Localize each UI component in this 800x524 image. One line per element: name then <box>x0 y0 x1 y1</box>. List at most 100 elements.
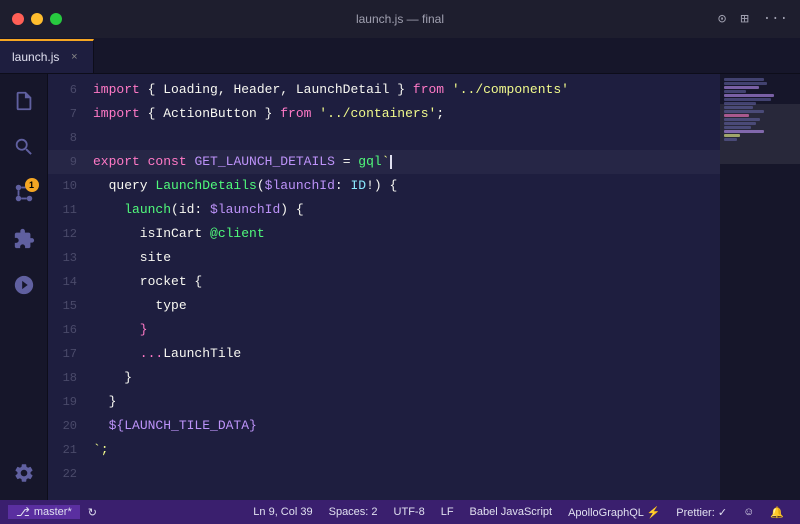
tab-launch-js[interactable]: launch.js × <box>0 39 94 73</box>
line-num-22: 22 <box>48 462 93 486</box>
cursor-position[interactable]: Ln 9, Col 39 <box>245 506 320 518</box>
line-num-21: 21 <box>48 438 93 462</box>
minimap-line <box>724 90 746 93</box>
code-line-12: 12 isInCart @client <box>48 222 720 246</box>
main-layout: 1 6 import { Loading, Header, <box>0 74 800 500</box>
position-label: Ln 9, Col 39 <box>253 506 312 518</box>
line-content-15: type <box>93 294 720 318</box>
search-icon[interactable]: ⊙ <box>718 11 726 28</box>
minimap-line <box>724 110 764 113</box>
tab-close-icon[interactable]: × <box>67 50 81 64</box>
git-badge: 1 <box>25 178 39 192</box>
tabbar: launch.js × <box>0 38 800 74</box>
code-line-10: 10 query LaunchDetails($launchId: ID!) { <box>48 174 720 198</box>
code-line-8: 8 <box>48 126 720 150</box>
tab-label: launch.js <box>12 50 59 64</box>
bell-icon: 🔔 <box>770 506 784 519</box>
line-content-14: rocket { <box>93 270 720 294</box>
minimap-line <box>724 138 737 141</box>
minimize-button[interactable] <box>31 13 43 25</box>
debug-icon[interactable] <box>5 266 43 304</box>
line-content-12: isInCart @client <box>93 222 720 246</box>
language-label: Babel JavaScript <box>470 506 553 518</box>
minimap-line <box>724 130 764 133</box>
code-line-21: 21 `; <box>48 438 720 462</box>
encoding[interactable]: UTF-8 <box>386 506 433 518</box>
editor-area: 6 import { Loading, Header, LaunchDetail… <box>48 74 800 500</box>
settings-icon[interactable] <box>5 454 43 492</box>
search-sidebar-icon[interactable] <box>5 128 43 166</box>
spaces-label: Spaces: 2 <box>329 506 378 518</box>
line-num-15: 15 <box>48 294 93 318</box>
minimap-line <box>724 134 740 137</box>
git-branch-label: master* <box>34 506 72 518</box>
minimap-line <box>724 118 760 121</box>
indentation[interactable]: Spaces: 2 <box>321 506 386 518</box>
line-content-20: ${LAUNCH_TILE_DATA} <box>93 414 720 438</box>
notifications-button[interactable]: 🔔 <box>762 506 792 519</box>
code-line-18: 18 } <box>48 366 720 390</box>
line-ending[interactable]: LF <box>433 506 462 518</box>
code-line-9: 9 export const GET_LAUNCH_DETAILS = gql` <box>48 150 720 174</box>
status-left: ⎇ master* ↻ <box>8 505 105 519</box>
line-num-13: 13 <box>48 246 93 270</box>
emoji-button[interactable]: ☺ <box>735 506 762 518</box>
line-num-11: 11 <box>48 198 93 222</box>
line-num-18: 18 <box>48 366 93 390</box>
minimap-line <box>724 94 774 97</box>
line-content-9: export const GET_LAUNCH_DETAILS = gql` <box>93 150 720 174</box>
line-content-6: import { Loading, Header, LaunchDetail }… <box>93 78 720 102</box>
minimap-line <box>724 114 749 117</box>
minimap-line <box>724 82 767 85</box>
line-content-7: import { ActionButton } from '../contain… <box>93 102 720 126</box>
line-content-11: launch(id: $launchId) { <box>93 198 720 222</box>
line-num-17: 17 <box>48 342 93 366</box>
line-num-8: 8 <box>48 126 93 150</box>
window-title: launch.js — final <box>356 12 444 26</box>
minimap <box>720 74 800 500</box>
line-content-19: } <box>93 390 720 414</box>
line-content-10: query LaunchDetails($launchId: ID!) { <box>93 174 720 198</box>
code-line-17: 17 ...LaunchTile <box>48 342 720 366</box>
minimap-line <box>724 126 751 129</box>
activity-bar: 1 <box>0 74 48 500</box>
emoji-icon: ☺ <box>743 506 754 518</box>
code-line-16: 16 } <box>48 318 720 342</box>
minimap-line <box>724 78 764 81</box>
line-content-16: } <box>93 318 720 342</box>
git-icon[interactable]: 1 <box>5 174 43 212</box>
maximize-button[interactable] <box>50 13 62 25</box>
language-mode[interactable]: Babel JavaScript <box>462 506 561 518</box>
code-line-14: 14 rocket { <box>48 270 720 294</box>
schema-status[interactable]: ApolloGraphQL ⚡ <box>560 506 668 519</box>
line-content-13: site <box>93 246 720 270</box>
line-num-16: 16 <box>48 318 93 342</box>
line-num-9: 9 <box>48 150 93 174</box>
git-branch[interactable]: ⎇ master* <box>8 505 80 519</box>
git-branch-icon: ⎇ <box>16 505 30 519</box>
line-num-7: 7 <box>48 102 93 126</box>
code-line-15: 15 type <box>48 294 720 318</box>
close-button[interactable] <box>12 13 24 25</box>
minimap-line <box>724 86 759 89</box>
line-content-17: ...LaunchTile <box>93 342 720 366</box>
sync-button[interactable]: ↻ <box>80 506 105 519</box>
code-line-11: 11 launch(id: $launchId) { <box>48 198 720 222</box>
minimap-line <box>724 102 756 105</box>
code-line-6: 6 import { Loading, Header, LaunchDetail… <box>48 78 720 102</box>
status-right: Ln 9, Col 39 Spaces: 2 UTF-8 LF Babel Ja… <box>245 506 792 519</box>
code-line-22: 22 <box>48 462 720 486</box>
schema-label: ApolloGraphQL ⚡ <box>568 506 660 519</box>
code-line-19: 19 } <box>48 390 720 414</box>
prettier-status[interactable]: Prettier: ✓ <box>668 506 735 519</box>
titlebar: launch.js — final ⊙ ⊞ ··· <box>0 0 800 38</box>
line-num-12: 12 <box>48 222 93 246</box>
layout-icon[interactable]: ⊞ <box>740 11 748 28</box>
extensions-icon[interactable] <box>5 220 43 258</box>
encoding-label: UTF-8 <box>394 506 425 518</box>
files-icon[interactable] <box>5 82 43 120</box>
menu-icon[interactable]: ··· <box>763 11 788 27</box>
titlebar-actions: ⊙ ⊞ ··· <box>718 11 788 28</box>
code-editor[interactable]: 6 import { Loading, Header, LaunchDetail… <box>48 74 720 500</box>
statusbar: ⎇ master* ↻ Ln 9, Col 39 Spaces: 2 UTF-8… <box>0 500 800 524</box>
